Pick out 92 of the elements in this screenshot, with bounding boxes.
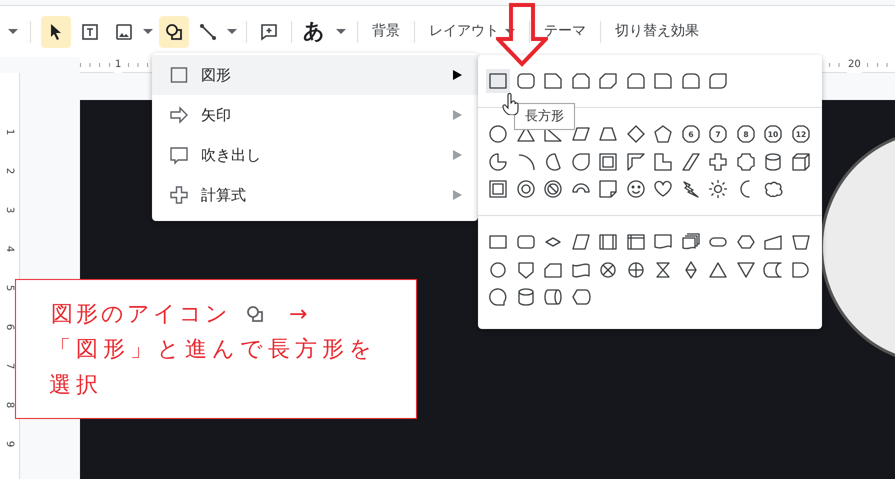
arrow-icon [169,105,189,125]
no-symbol-icon [543,179,563,199]
ruler-number: 3 [4,206,16,214]
cylinder-icon [516,287,536,307]
menu-item-label: 計算式 [201,184,247,206]
submenu-arrow-icon [453,110,462,120]
inverted-triangle-icon [736,260,756,280]
hand-cursor-icon [502,93,520,115]
folded-corner-icon [598,179,618,199]
tooltip: 長方形 [514,103,575,130]
arrow-symbol: → [289,300,308,328]
parallelogram-icon [570,232,590,252]
internal-storage-icon [626,232,646,252]
l-shape-icon [653,152,673,172]
frame-icon [598,152,618,172]
image-icon [114,22,134,42]
delay-icon [790,260,810,280]
ruler-number: 1 [114,57,122,73]
ruler-number: 6 [4,324,16,330]
caret-icon [143,29,153,34]
ruler-number: 20 [847,57,862,73]
cross-icon [708,152,728,172]
input-tools-button[interactable]: あ [299,16,329,48]
diagonal-stripe-icon [680,152,700,172]
teardrop-icon [570,152,590,172]
toolbar-menu-button[interactable]: 切り替え効果 [609,16,705,48]
smiley-icon [626,179,646,199]
triangle-icon [708,260,728,280]
ruler-number: 9 [4,440,16,448]
toolbar-menu-button[interactable]: 背景 [366,16,406,48]
annotation-text: 「図形」と進んで長方形を選択 [49,336,378,400]
caret-icon [336,29,346,34]
plaque-icon [736,152,756,172]
stored-data-icon [763,260,783,280]
bevel-icon [488,179,508,199]
sun-icon [708,179,728,199]
menu-item-label: 図形 [201,64,232,86]
rounded-rectangle-icon [516,71,536,91]
ruler-number: 5 [4,284,16,292]
off-page-connector-icon [516,260,536,280]
ruler-number: 2 [4,168,16,174]
plus-icon [169,185,189,205]
submenu-arrow-icon [453,190,462,200]
line-icon [198,22,218,42]
ruler-number: 7 [4,362,16,370]
shapes-icon [164,22,184,42]
lightning-icon [680,179,700,199]
menu-item[interactable]: 吹き出し [152,135,478,175]
submenu-arrow-icon [453,70,462,80]
heart-icon [653,179,673,199]
diamond-icon [626,124,646,144]
pentagon-icon [653,124,673,144]
cylinder-icon [763,152,783,172]
ruler-number: 1 [4,128,16,136]
multidocument-icon [680,232,700,252]
cube-icon [790,152,810,172]
speech-bubble-icon [169,145,189,165]
ruler-number: 4 [4,246,16,252]
rectangle-shape-option[interactable] [486,69,510,93]
caret-icon [227,29,237,34]
text-box-icon [80,22,100,42]
half-frame-icon [626,152,646,172]
menu-item-label: 吹き出し [201,144,262,166]
menu-item[interactable]: 矢印 [152,95,478,135]
rounded-corner-rectangle-icon [653,71,673,91]
summing-junction-icon [598,260,618,280]
sun-shape-option[interactable] [706,177,730,201]
pie-icon [488,152,508,172]
select-tool-button[interactable] [41,16,71,48]
circle-icon [488,124,508,144]
rectangle-icon [488,71,508,91]
caret-icon [8,29,18,34]
menu-item[interactable]: 計算式 [152,175,478,215]
submenu-arrow-icon [453,150,462,160]
direct-access-storage-icon [543,287,563,307]
annotation-text: 図形のアイコン [51,300,231,328]
chord-icon [543,152,563,172]
menu-item-label: 矢印 [201,104,232,126]
add-comment-icon [259,22,279,42]
sequential-storage-icon [488,287,508,307]
shape-tool-button[interactable] [159,16,189,48]
ruler-number: 8 [4,402,16,408]
cloud-icon [763,179,783,199]
circle-icon [488,260,508,280]
menu-item[interactable]: 図形 [152,55,478,95]
display-icon [570,287,590,307]
shapes-icon [245,304,265,324]
square-icon [169,65,189,85]
toolbar-menu-button[interactable]: テーマ [538,16,592,48]
circled-plus-icon [626,260,646,280]
donut-icon [516,179,536,199]
predefined-process-icon [598,232,618,252]
